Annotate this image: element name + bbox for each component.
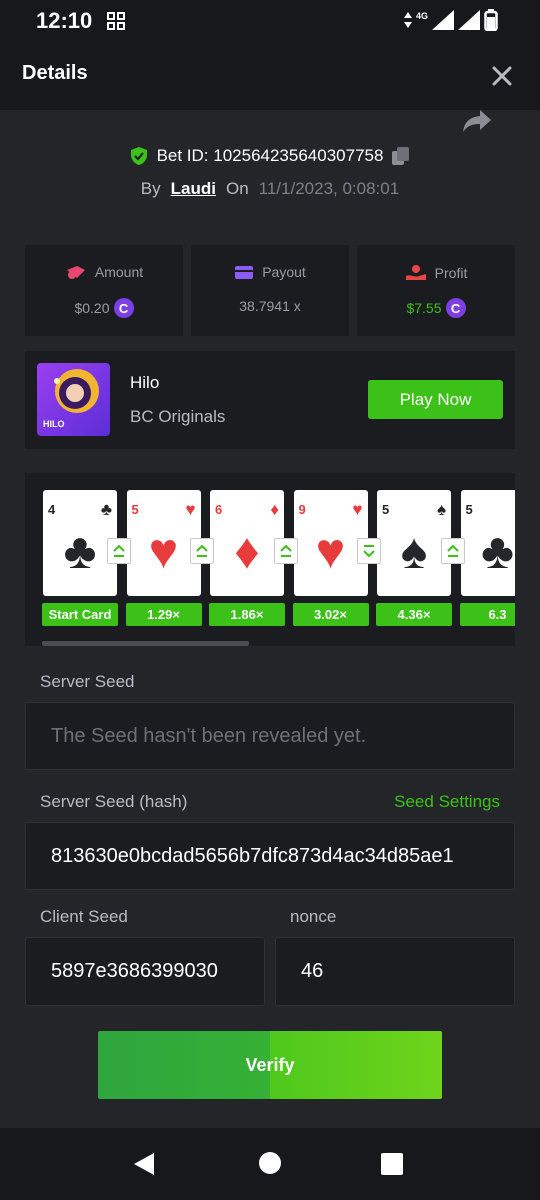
amount-icon	[66, 266, 85, 279]
higher-arrow-icon	[106, 538, 131, 564]
bet-date: 11/1/2023, 0:08:01	[258, 179, 400, 198]
amount-value: $0.20	[74, 300, 110, 316]
status-time: 12:10	[36, 8, 93, 33]
system-nav-bar	[0, 1128, 540, 1200]
client-seed-field[interactable]: 5897e3686399030	[25, 937, 265, 1006]
playing-card: 5 ♠ ♠	[377, 490, 451, 596]
amount-box: Amount $0.20 C	[25, 245, 183, 336]
seed-settings-link[interactable]: Seed Settings	[394, 792, 500, 812]
card-suit-small: ♥	[352, 500, 363, 519]
profit-value: $7.55	[406, 300, 442, 316]
playing-card: 6 ♦ ♦	[210, 490, 284, 596]
bet-id: Bet ID: 102564235640307758	[156, 146, 384, 165]
nonce-field[interactable]: 46	[275, 937, 515, 1006]
status-bar: 12:10 4G	[0, 0, 540, 40]
back-icon[interactable]	[132, 1152, 156, 1176]
server-seed-hash-field[interactable]: 813630e0bcdad5656b7dfc873d4ac34d85ae1	[25, 822, 515, 890]
card-suit-large: ♠	[400, 523, 428, 579]
card-rank: 4	[48, 502, 56, 517]
profit-label: Profit	[434, 265, 468, 281]
card-multiplier: 3.02×	[292, 603, 369, 626]
higher-arrow-icon	[440, 538, 465, 564]
nonce-label: nonce	[290, 907, 337, 926]
verified-shield-icon	[130, 147, 147, 165]
hilo-game-thumbnail[interactable]: HILO	[37, 363, 110, 436]
on-label: On	[225, 179, 249, 198]
data-arrows-icon	[403, 12, 412, 28]
card-rank: 9	[298, 502, 306, 517]
verify-button[interactable]: Verify	[98, 1031, 442, 1099]
dialog-header: Details	[0, 40, 540, 110]
home-icon[interactable]	[259, 1152, 281, 1174]
game-card: HILO Hilo BC Originals Play Now	[25, 351, 515, 449]
card-suit-small: ♣	[100, 500, 112, 519]
copy-icon[interactable]	[391, 146, 411, 166]
share-icon[interactable]	[462, 108, 492, 134]
higher-arrow-icon	[190, 538, 214, 564]
card-multiplier: 1.29×	[125, 603, 202, 626]
card-rank: 5	[382, 502, 390, 517]
cards-panel[interactable]: 4 ♣ ♣ Start Card 5 ♥ ♥ 1.29× 6 ♦ ♦ 1.86× 9 ♥ ♥ 3.02× 5 ♠ ♠…	[25, 473, 515, 646]
card-rank: 5	[465, 502, 473, 517]
profit-box: Profit $7.55 C	[357, 245, 515, 336]
card-suit-large: ♣	[63, 523, 97, 579]
dialog-title: Details	[22, 62, 88, 84]
server-seed-hash-label: Server Seed (hash)	[40, 792, 188, 811]
card-suit-small: ♠	[436, 500, 446, 519]
bet-meta-row: By Laudi On 11/1/2023, 0:08:01	[0, 179, 540, 199]
playing-card: 5♣♣	[460, 490, 515, 596]
currency-coin-icon: C	[113, 298, 134, 318]
currency-coin-icon: C	[445, 298, 466, 318]
payout-icon	[235, 266, 254, 279]
card-suit-small: ♥	[185, 500, 196, 519]
higher-arrow-icon	[273, 538, 298, 564]
game-provider: BC Originals	[130, 407, 226, 426]
payout-value: 38.7941 x	[239, 298, 301, 314]
network-type: 4G	[415, 11, 428, 21]
card-suit-large: ♦	[234, 523, 260, 579]
hilo-thumb-label: HILO	[43, 419, 65, 429]
card-rank: 5	[131, 502, 139, 517]
payout-box: Payout 38.7941 x	[191, 245, 349, 336]
card-rank: 6	[215, 502, 223, 517]
app-grid-icon	[107, 12, 125, 30]
server-seed-label: Server Seed	[40, 672, 135, 691]
payout-label: Payout	[262, 264, 306, 280]
card-multiplier: 6.3	[459, 603, 515, 626]
card-suit-small: ♦	[270, 500, 279, 519]
bet-id-row: Bet ID: 102564235640307758	[0, 146, 540, 166]
signal-icon-2	[458, 10, 480, 30]
card-multiplier: Start Card	[42, 603, 118, 626]
lower-arrow-icon	[357, 538, 381, 564]
signal-icon	[432, 10, 454, 30]
server-seed-field[interactable]: The Seed hasn't been revealed yet.	[25, 702, 515, 770]
user-link[interactable]: Laudi	[171, 179, 216, 199]
play-now-button[interactable]: Play Now	[368, 380, 503, 419]
amount-label: Amount	[94, 264, 144, 280]
card-suit-large: ♣	[481, 523, 514, 579]
cards-scrollbar[interactable]	[42, 641, 249, 646]
client-seed-label: Client Seed	[40, 907, 128, 926]
status-icons: 4G	[403, 9, 498, 31]
card-multiplier: 4.36×	[376, 603, 452, 626]
close-icon[interactable]	[488, 62, 516, 90]
playing-card: 4 ♣ ♣	[43, 490, 117, 596]
battery-icon	[484, 9, 498, 31]
by-label: By	[140, 179, 161, 198]
card-multiplier: 1.86×	[209, 603, 285, 626]
game-name[interactable]: Hilo	[130, 373, 159, 393]
recents-icon[interactable]	[381, 1153, 403, 1175]
profit-icon	[405, 265, 426, 280]
